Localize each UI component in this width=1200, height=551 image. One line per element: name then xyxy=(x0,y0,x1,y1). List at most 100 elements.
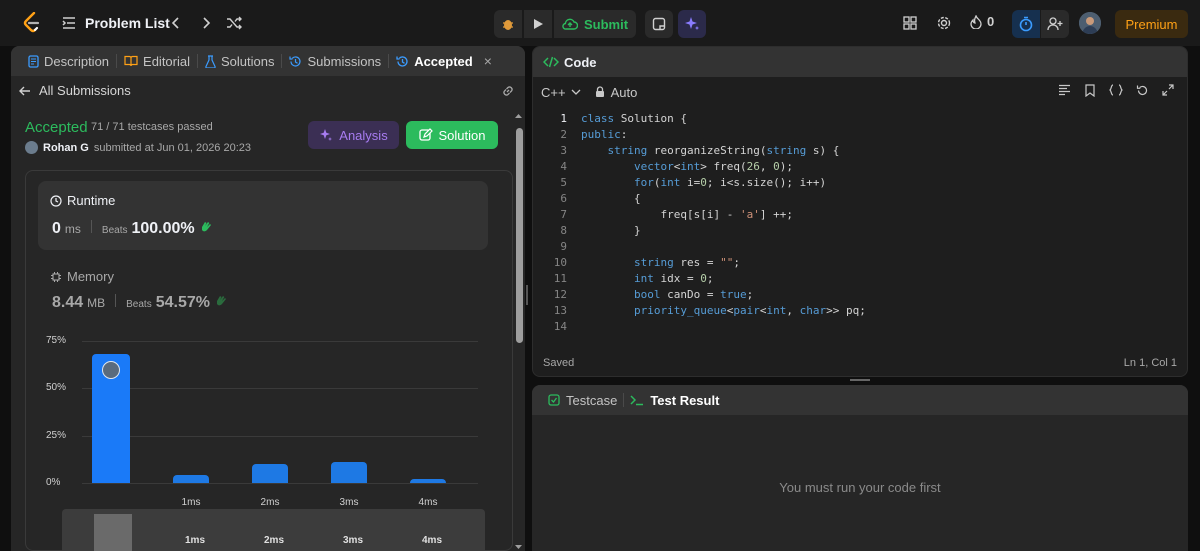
code-line[interactable]: 8 } xyxy=(533,223,1187,239)
reset-icon[interactable] xyxy=(1135,83,1149,97)
vertical-resize-handle[interactable] xyxy=(526,285,528,305)
tab-description[interactable]: Description xyxy=(21,46,116,76)
line-number: 1 xyxy=(560,112,567,125)
solution-button[interactable]: Solution xyxy=(406,121,498,149)
run-submit-group: Submit xyxy=(494,10,636,38)
code-line[interactable]: 13 priority_queue<pair<int, char>> pq; xyxy=(533,303,1187,319)
prev-problem-button[interactable] xyxy=(166,13,186,33)
scroll-thumb[interactable] xyxy=(516,128,523,343)
tab-test-result[interactable]: Test Result xyxy=(624,393,725,408)
gear-icon[interactable] xyxy=(934,13,954,33)
scroll-up-icon[interactable] xyxy=(514,112,523,120)
tab-editorial[interactable]: Editorial xyxy=(117,46,197,76)
edit-icon xyxy=(418,128,433,141)
notes-button[interactable] xyxy=(645,10,673,38)
tab-submissions[interactable]: Submissions xyxy=(282,46,388,76)
code-text[interactable]: public: xyxy=(567,127,627,143)
debug-button[interactable] xyxy=(494,10,522,38)
runtime-card[interactable]: Runtime 0 ms Beats 100.00% xyxy=(38,181,488,250)
link-icon[interactable] xyxy=(501,84,515,101)
submit-button[interactable]: Submit xyxy=(554,10,636,38)
code-line[interactable]: 14 xyxy=(533,319,1187,335)
tab-accepted[interactable]: Accepted × xyxy=(389,46,499,76)
format-icon[interactable] xyxy=(1057,83,1071,97)
run-button[interactable] xyxy=(524,10,552,38)
document-icon xyxy=(28,54,39,68)
code-text[interactable] xyxy=(567,239,588,255)
code-text[interactable]: freq[s[i] - 'a'] ++; xyxy=(567,207,792,223)
code-text[interactable]: string res = ""; xyxy=(567,255,740,271)
language-select[interactable]: C++ xyxy=(541,85,581,100)
chart-bar[interactable] xyxy=(331,462,367,483)
ai-assist-button[interactable] xyxy=(678,10,706,38)
code-line[interactable]: 6 { xyxy=(533,191,1187,207)
code-text[interactable]: string reorganizeString(string s) { xyxy=(567,143,840,159)
code-text[interactable]: for(int i=0; i<s.size(); i++) xyxy=(567,175,826,191)
chart-range-slider[interactable]: 1ms 2ms 3ms 4ms xyxy=(62,509,485,551)
line-number: 13 xyxy=(553,304,567,317)
problem-list-link[interactable]: Problem List xyxy=(85,15,170,31)
editor-tools xyxy=(1057,83,1175,97)
stats-container: Runtime 0 ms Beats 100.00% Memory 8.44 M… xyxy=(25,170,513,551)
beats-label: Beats xyxy=(126,299,152,310)
bookmark-icon[interactable] xyxy=(1083,83,1097,97)
scroll-down-icon[interactable] xyxy=(514,543,523,551)
stopwatch-icon[interactable] xyxy=(1012,10,1040,38)
code-line[interactable]: 4 vector<int> freq(26, 0); xyxy=(533,159,1187,175)
code-text[interactable]: priority_queue<pair<int, char>> pq; xyxy=(567,303,866,319)
gridline xyxy=(82,435,478,437)
code-line[interactable]: 5 for(int i=0; i<s.size(); i++) xyxy=(533,175,1187,191)
code-line[interactable]: 2 public: xyxy=(533,127,1187,143)
code-text[interactable]: int idx = 0; xyxy=(567,271,713,287)
all-submissions-link[interactable]: All Submissions xyxy=(19,83,131,98)
code-editor-panel: Code C++ Auto 1 class Solution {2 public: 3… xyxy=(532,46,1188,377)
leetcode-logo[interactable] xyxy=(22,11,42,34)
username[interactable]: Rohan G xyxy=(43,142,89,154)
auto-mode[interactable]: Auto xyxy=(595,85,637,100)
code-line[interactable]: 9 xyxy=(533,239,1187,255)
code-editor[interactable]: 1 class Solution {2 public: 3 string reorga… xyxy=(533,111,1187,337)
code-text[interactable]: vector<int> freq(26, 0); xyxy=(567,159,793,175)
user-avatar[interactable] xyxy=(1079,12,1101,34)
analysis-button[interactable]: Analysis xyxy=(308,121,399,149)
code-line[interactable]: 3 string reorganizeString(string s) { xyxy=(533,143,1187,159)
code-line[interactable]: 7 freq[s[i] - 'a'] ++; xyxy=(533,207,1187,223)
tab-testcase[interactable]: Testcase xyxy=(542,393,623,408)
avatar[interactable] xyxy=(25,141,38,154)
back-label: All Submissions xyxy=(39,83,131,98)
mini-tick-label: 4ms xyxy=(421,535,442,546)
close-icon[interactable]: × xyxy=(484,53,492,69)
expand-icon[interactable] xyxy=(1161,83,1175,97)
list-icon[interactable] xyxy=(62,16,76,33)
memory-card[interactable]: Memory 8.44 MB Beats 54.57% xyxy=(38,263,488,313)
code-text[interactable]: { xyxy=(567,191,641,207)
memory-value-row: 8.44 MB Beats 54.57% xyxy=(52,293,228,312)
chart-bar[interactable] xyxy=(173,475,209,483)
code-text[interactable]: bool canDo = true; xyxy=(567,287,753,303)
streak-counter[interactable]: 0 xyxy=(970,14,994,29)
code-text[interactable]: } xyxy=(567,223,641,239)
chart-bar[interactable] xyxy=(252,464,288,483)
code-text[interactable] xyxy=(567,319,588,335)
next-problem-button[interactable] xyxy=(196,13,216,33)
memory-beats: 54.57% xyxy=(155,294,210,311)
code-text[interactable]: class Solution { xyxy=(567,111,687,127)
layout-grid-icon[interactable] xyxy=(900,13,920,33)
code-line[interactable]: 11 int idx = 0; xyxy=(533,271,1187,287)
history-icon xyxy=(289,55,302,67)
code-line[interactable]: 12 bool canDo = true; xyxy=(533,287,1187,303)
line-number: 11 xyxy=(553,272,567,285)
braces-icon[interactable] xyxy=(1109,83,1123,97)
code-line[interactable]: 10 string res = ""; xyxy=(533,255,1187,271)
shuffle-button[interactable] xyxy=(224,13,244,33)
code-line[interactable]: 1 class Solution { xyxy=(533,111,1187,127)
scrollbar[interactable] xyxy=(514,112,523,551)
premium-button[interactable]: Premium xyxy=(1115,10,1188,38)
clap-icon xyxy=(201,222,211,232)
cloud-upload-icon xyxy=(562,18,578,30)
chart-bar[interactable] xyxy=(410,479,446,483)
add-friend-icon[interactable] xyxy=(1041,10,1069,38)
tab-solutions[interactable]: Solutions xyxy=(198,46,281,76)
horizontal-resize-handle[interactable] xyxy=(850,379,870,381)
clap-icon xyxy=(216,296,226,306)
